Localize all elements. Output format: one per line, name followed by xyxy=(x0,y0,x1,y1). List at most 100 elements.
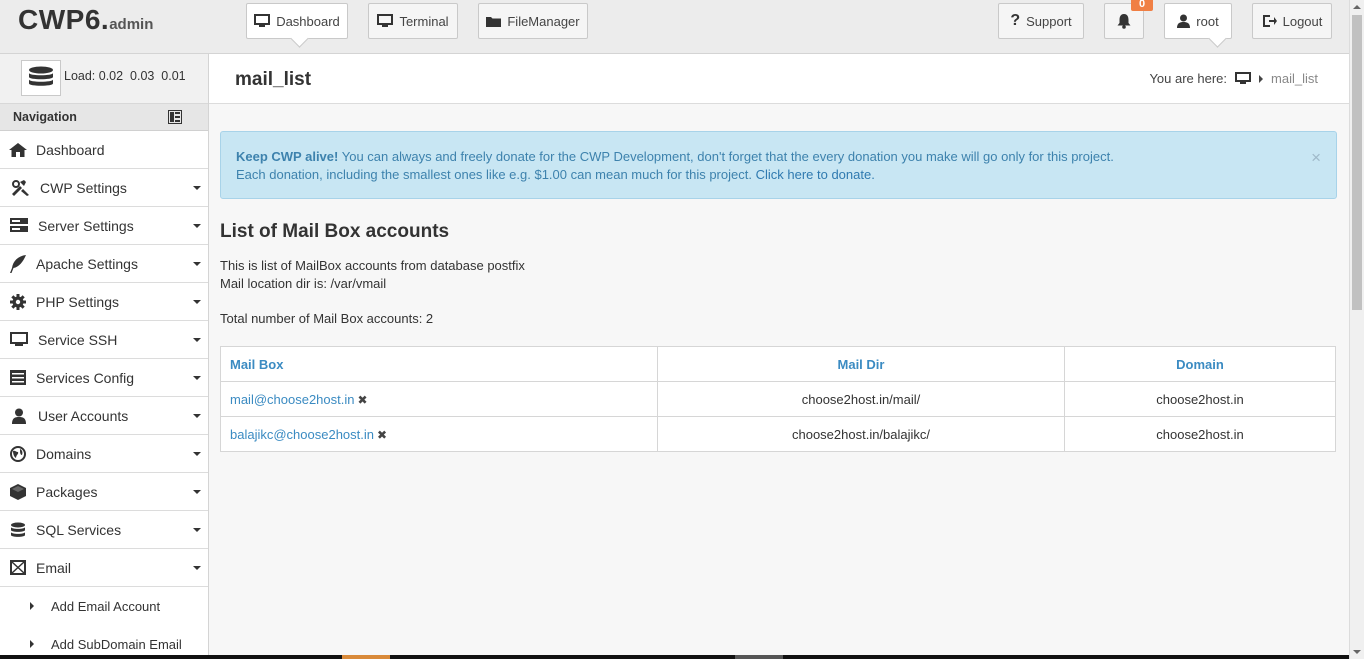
sidebar-item-cwp-settings[interactable]: CWP Settings xyxy=(0,169,208,207)
sidebar-subitem-label: Add Email Account xyxy=(51,598,161,614)
sidebar-item-label: Domains xyxy=(36,445,92,462)
brand-name: CWP6. xyxy=(18,4,110,35)
top-bar: CWP6.admin Dashboard Terminal FileManage… xyxy=(0,0,1349,54)
sidebar-toggle-icon[interactable] xyxy=(168,110,182,124)
sidebar-item-sql-services[interactable]: SQL Services xyxy=(0,511,208,549)
alert-strong: Keep CWP alive! xyxy=(236,149,339,164)
breadcrumb: You are here: mail_list xyxy=(1149,71,1318,86)
chevron-down-icon xyxy=(193,566,201,570)
chevron-down-icon xyxy=(193,262,201,266)
delete-icon[interactable]: ✖ xyxy=(357,393,367,407)
server-load-text: Load: 0.02 0.03 0.01 xyxy=(64,69,186,83)
sidebar-item-php-settings[interactable]: PHP Settings xyxy=(0,283,208,321)
chevron-down-icon xyxy=(193,376,201,380)
terminal-button-label: Terminal xyxy=(399,13,449,29)
cell-maildir: choose2host.in/balajikc/ xyxy=(657,416,1065,452)
page-title: mail_list xyxy=(235,69,312,90)
navigation-header: Navigation xyxy=(0,104,208,131)
navigation-title: Navigation xyxy=(13,110,77,124)
bell-icon xyxy=(1117,13,1131,29)
sidebar-item-email[interactable]: Email xyxy=(0,549,208,587)
cell-mailbox: balajikc@choose2host.in ✖ xyxy=(220,416,658,452)
question-icon: ? xyxy=(1010,12,1021,29)
table-header-row: Mail Box Mail Dir Domain xyxy=(220,346,1336,382)
server-load-box: Load: 0.02 0.03 0.01 xyxy=(0,54,208,104)
monitor-icon xyxy=(0,332,38,347)
filemanager-button[interactable]: FileManager xyxy=(478,3,588,39)
dashboard-button[interactable]: Dashboard xyxy=(246,3,348,39)
sidebar-item-label: PHP Settings xyxy=(36,293,120,310)
chevron-down-icon xyxy=(193,186,201,190)
database-icon xyxy=(29,66,53,86)
monitor-icon xyxy=(254,14,271,27)
chevron-down-icon xyxy=(193,452,201,456)
bottom-strip-segment xyxy=(735,655,783,659)
sidebar-subitem-add-subdomain-email[interactable]: Add SubDomain Email xyxy=(0,625,208,659)
mailbox-table: Mail Box Mail Dir Domain mail@choose2hos… xyxy=(220,346,1336,452)
mailbox-link[interactable]: balajikc@choose2host.in xyxy=(230,427,374,442)
sidebar-item-services-config[interactable]: Services Config xyxy=(0,359,208,397)
chevron-down-icon xyxy=(193,528,201,532)
monitor-icon[interactable] xyxy=(1235,72,1252,85)
terminal-button[interactable]: Terminal xyxy=(368,3,458,39)
sidebar-item-packages[interactable]: Packages xyxy=(0,473,208,511)
user-name: root xyxy=(1196,13,1219,29)
sidebar-item-label: Service SSH xyxy=(38,331,118,348)
cubes-icon xyxy=(0,483,36,500)
donation-alert: Keep CWP alive! You can always and freel… xyxy=(220,131,1337,199)
user-icon xyxy=(1177,14,1191,28)
chevron-down-icon xyxy=(193,224,201,228)
database-button[interactable] xyxy=(21,60,61,96)
chevron-right-icon xyxy=(1259,74,1264,83)
alert-line1: You can always and freely donate for the… xyxy=(338,149,1114,164)
close-icon[interactable]: × xyxy=(1311,149,1321,167)
sidebar-item-user-accounts[interactable]: User Accounts xyxy=(0,397,208,435)
column-header-domain[interactable]: Domain xyxy=(1064,346,1336,382)
sidebar-subitem-add-email-account[interactable]: Add Email Account xyxy=(0,587,208,625)
sidebar-item-dashboard[interactable]: Dashboard xyxy=(0,131,208,169)
logout-button[interactable]: Logout xyxy=(1252,3,1332,39)
notifications-badge: 0 xyxy=(1131,0,1153,11)
scrollbar-thumb[interactable] xyxy=(1352,15,1362,310)
brand-logo[interactable]: CWP6.admin xyxy=(18,4,153,36)
cell-maildir: choose2host.in/mail/ xyxy=(657,381,1065,417)
dashboard-button-label: Dashboard xyxy=(276,13,340,29)
sidebar-item-label: CWP Settings xyxy=(40,179,127,196)
donate-link[interactable]: Click here to donate. xyxy=(756,167,875,182)
column-header-mailbox[interactable]: Mail Box xyxy=(220,346,658,382)
info-line-database: This is list of MailBox accounts from da… xyxy=(220,258,525,273)
main-content: Keep CWP alive! You can always and freel… xyxy=(209,104,1349,659)
sidebar-item-label: Packages xyxy=(36,483,98,500)
user-menu-button[interactable]: root xyxy=(1164,3,1232,39)
sidebar-item-label: Dashboard xyxy=(36,141,105,158)
logout-icon xyxy=(1262,15,1277,27)
column-header-maildir[interactable]: Mail Dir xyxy=(657,346,1065,382)
list-icon xyxy=(0,370,36,385)
cell-domain: choose2host.in xyxy=(1064,416,1336,452)
delete-icon[interactable]: ✖ xyxy=(377,428,387,442)
sidebar-item-label: Apache Settings xyxy=(36,255,138,272)
table-row: mail@choose2host.in ✖ choose2host.in/mail… xyxy=(220,381,1336,417)
scroll-down-icon[interactable] xyxy=(1353,650,1361,654)
chevron-down-icon xyxy=(193,300,201,304)
brand-sub: admin xyxy=(109,16,154,33)
logout-button-label: Logout xyxy=(1282,13,1323,29)
sidebar-item-label: Server Settings xyxy=(38,217,134,234)
bottom-strip-segment xyxy=(342,655,390,659)
sidebar-item-domains[interactable]: Domains xyxy=(0,435,208,473)
envelope-icon xyxy=(0,560,36,575)
vertical-scrollbar[interactable] xyxy=(1349,0,1364,659)
sidebar-item-apache-settings[interactable]: Apache Settings xyxy=(0,245,208,283)
server-icon xyxy=(0,218,38,233)
breadcrumb-label: You are here: xyxy=(1149,71,1228,86)
info-line-location: Mail location dir is: /var/vmail xyxy=(220,276,387,291)
scroll-up-icon[interactable] xyxy=(1353,5,1361,9)
mailbox-link[interactable]: mail@choose2host.in xyxy=(230,392,354,407)
chevron-right-icon xyxy=(30,602,34,610)
sidebar-item-server-settings[interactable]: Server Settings xyxy=(0,207,208,245)
support-button[interactable]: ? Support xyxy=(998,3,1084,39)
bottom-strip xyxy=(0,655,1349,659)
sidebar-item-service-ssh[interactable]: Service SSH xyxy=(0,321,208,359)
folder-icon xyxy=(486,17,502,27)
sidebar-item-label: Email xyxy=(36,559,72,576)
